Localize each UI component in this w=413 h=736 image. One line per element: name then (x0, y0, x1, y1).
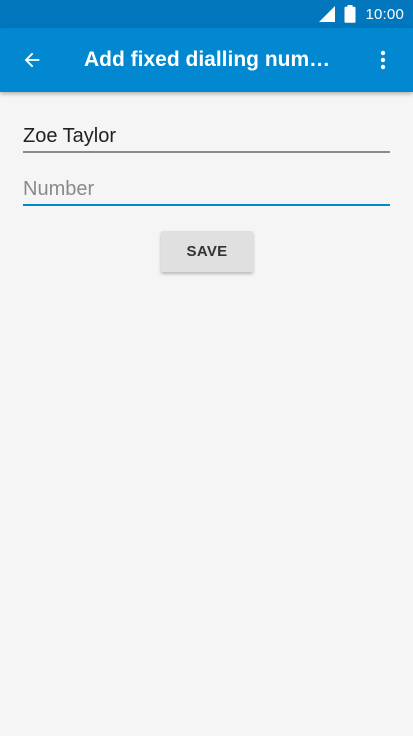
app-bar: Add fixed dialling number (0, 28, 413, 92)
signal-icon (319, 6, 336, 22)
status-icons: 10:00 (318, 0, 404, 28)
battery-icon (344, 5, 356, 23)
status-bar: 10:00 (0, 0, 413, 28)
status-clock: 10:00 (365, 5, 404, 23)
number-field[interactable] (23, 174, 390, 206)
page-title: Add fixed dialling number (84, 48, 334, 71)
more-options-button[interactable] (363, 36, 403, 84)
back-button[interactable] (10, 36, 54, 84)
save-button[interactable]: SAVE (161, 231, 253, 272)
arrow-left-icon (24, 52, 40, 68)
name-field[interactable] (23, 121, 390, 153)
more-vertical-icon (380, 50, 386, 70)
